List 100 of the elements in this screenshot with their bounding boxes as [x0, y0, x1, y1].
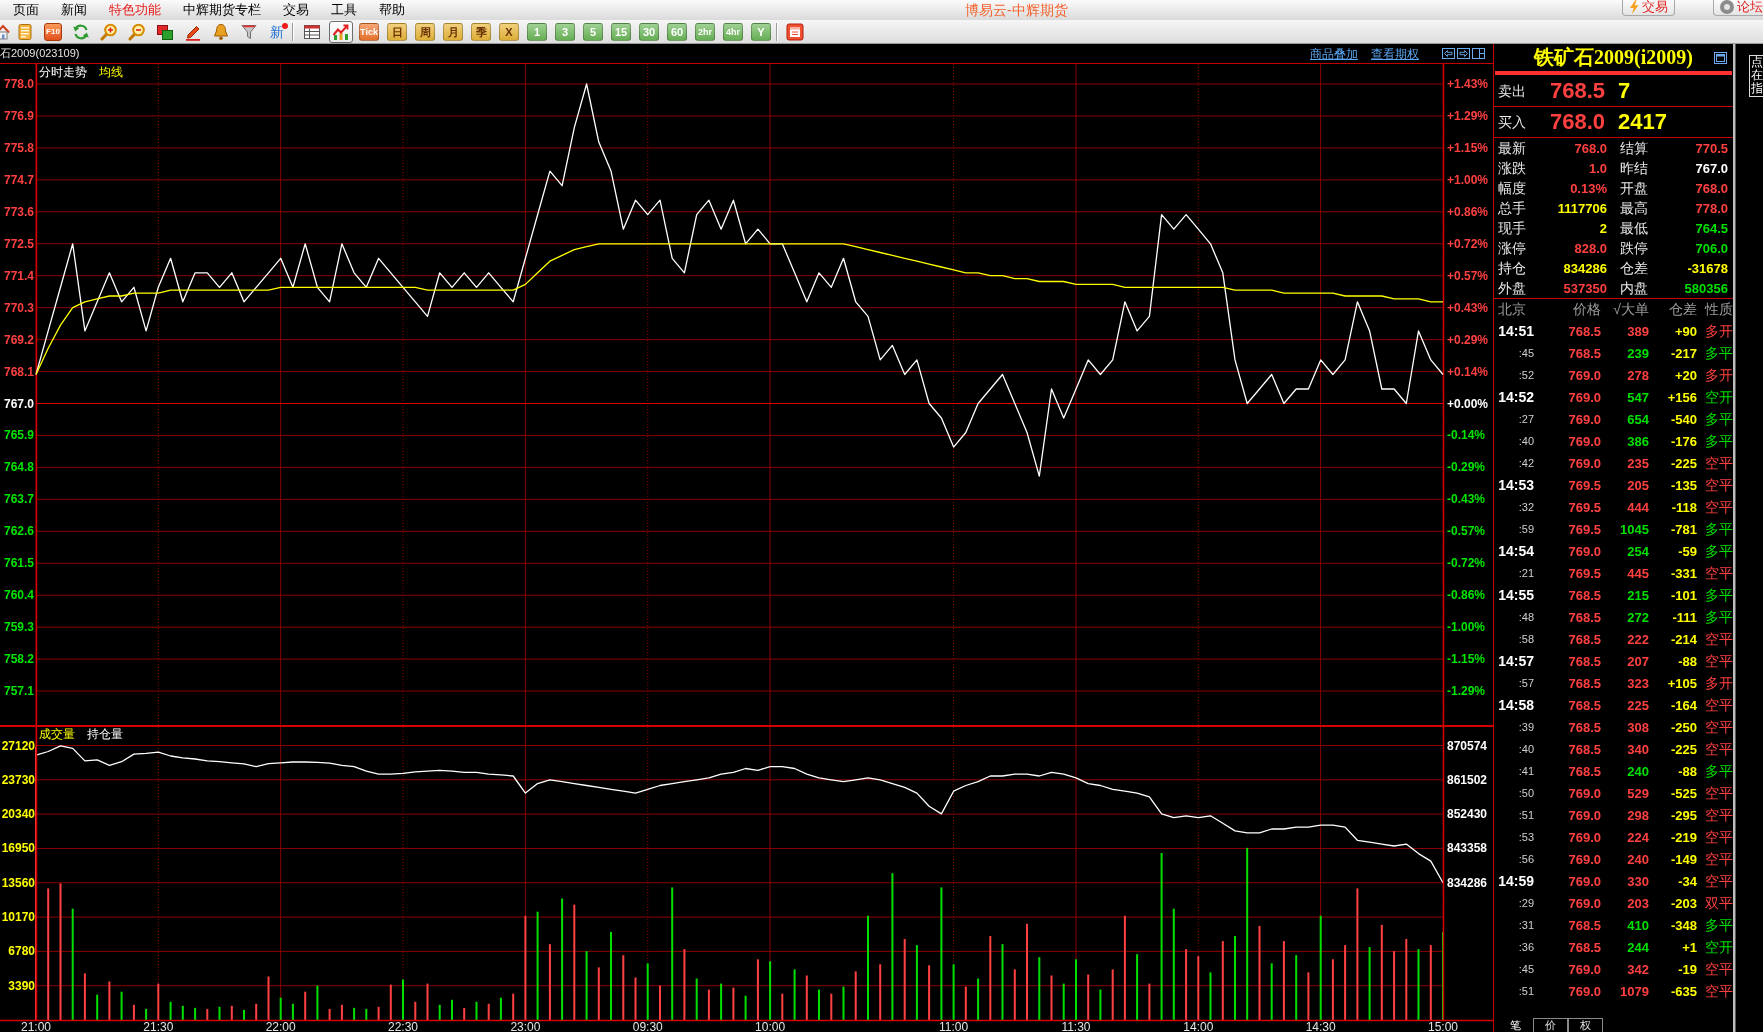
open-interest-change: -331	[1670, 565, 1697, 581]
order-side-label: 买入	[1497, 112, 1527, 132]
trade-price: 769.0	[1568, 829, 1601, 845]
trade-type: 空平	[1704, 453, 1733, 473]
trade-time: :51	[1518, 983, 1534, 999]
trade-time: :53	[1518, 829, 1534, 845]
quote-label: 开盘	[1620, 178, 1648, 198]
quote-label: 涨停	[1498, 238, 1526, 258]
time-axis-label: 22:30	[388, 1020, 419, 1032]
percent-axis-label: +0.72%	[1447, 236, 1489, 251]
price-axis-label: 776.9	[3, 108, 34, 123]
percent-axis-label: -0.57%	[1447, 524, 1486, 539]
open-interest-change: -118	[1671, 499, 1697, 515]
trade-volume: 225	[1627, 697, 1649, 713]
chart-title: 分时走势	[39, 65, 87, 79]
price-axis-label: 763.7	[3, 492, 34, 507]
open-interest-change: -250	[1670, 719, 1697, 735]
trade-type: 多开	[1704, 365, 1733, 385]
open-interest-change: -214	[1670, 631, 1697, 647]
trade-volume: 340	[1627, 741, 1649, 757]
trade-type: 空平	[1704, 695, 1733, 715]
quote-value: 2	[1599, 220, 1607, 236]
instrument-title: 铁矿石2009(i2009)	[1532, 45, 1694, 71]
quote-label: 昨结	[1620, 158, 1648, 178]
quote-value: 767.0	[1695, 160, 1728, 176]
trade-time: 14:58	[1498, 697, 1534, 713]
quote-value: 778.0	[1695, 200, 1728, 216]
trade-price: 768.5	[1568, 741, 1601, 757]
quote-label: 持仓	[1498, 258, 1526, 278]
trade-type: 空平	[1704, 827, 1733, 847]
trade-time: :29	[1518, 895, 1534, 911]
trade-time: 14:53	[1498, 477, 1534, 493]
vertical-label: 点在指	[1749, 55, 1763, 97]
price-axis-label: 775.8	[3, 140, 34, 155]
trade-time: :56	[1518, 851, 1534, 867]
quote-label: 内盘	[1620, 278, 1648, 298]
trade-type: 空平	[1704, 981, 1733, 1001]
price-axis-label: 758.2	[3, 652, 34, 667]
percent-axis-label: -0.72%	[1447, 556, 1486, 571]
window-title: 博易云-中辉期货	[965, 1, 1068, 20]
price-axis-label: 770.3	[3, 300, 34, 315]
percent-axis-label: -1.15%	[1447, 652, 1486, 667]
quote-value: 768.0	[1574, 140, 1607, 156]
trade-price: 768.5	[1568, 653, 1601, 669]
trade-price: 768.5	[1568, 939, 1601, 955]
trade-time: :27	[1518, 411, 1534, 427]
trade-price: 769.0	[1568, 785, 1601, 801]
quote-label: 涨跌	[1498, 158, 1526, 178]
price-axis-label: 769.2	[3, 332, 34, 347]
quote-value: 1.0	[1588, 160, 1607, 176]
column-header: 北京	[1497, 300, 1526, 319]
price-axis-label: 759.3	[3, 620, 34, 635]
trade-time: :31	[1518, 917, 1534, 933]
order-price: 768.0	[1550, 109, 1607, 135]
open-interest-change: -149	[1670, 851, 1697, 867]
trade-time: :36	[1518, 939, 1534, 955]
trade-volume: 386	[1627, 433, 1649, 449]
trade-volume: 205	[1627, 477, 1649, 493]
quote-value: 0.13%	[1570, 180, 1607, 196]
quote-label: 仓差	[1620, 258, 1648, 278]
percent-axis-label: -0.43%	[1447, 492, 1486, 507]
price-axis-label: 773.6	[3, 204, 34, 219]
trade-type: 空平	[1704, 717, 1733, 737]
open-interest-change: -19	[1678, 961, 1697, 977]
quote-label: 最低	[1620, 218, 1648, 238]
quote-label: 现手	[1498, 218, 1526, 238]
trade-type: 空平	[1704, 497, 1733, 517]
trade-price: 768.5	[1568, 609, 1601, 625]
trade-time: 14:57	[1498, 653, 1534, 669]
open-interest-change: -540	[1670, 411, 1697, 427]
time-axis-label: 11:30	[1061, 1020, 1091, 1032]
time-axis-label: 11:00	[939, 1020, 969, 1032]
quote-value: 706.0	[1695, 240, 1728, 256]
trade-volume: 410	[1627, 917, 1649, 933]
price-axis-label: 772.5	[3, 236, 34, 251]
trade-volume: 254	[1627, 543, 1649, 559]
open-interest-change: +105	[1667, 675, 1697, 691]
trade-price: 768.5	[1568, 917, 1601, 933]
quote-label: 最高	[1620, 198, 1648, 218]
trade-price: 769.0	[1568, 543, 1601, 559]
quote-value: 1117706	[1557, 200, 1607, 216]
open-interest-change: -34	[1678, 873, 1697, 889]
open-interest-change: -219	[1670, 829, 1697, 845]
trade-type: 双平	[1704, 893, 1733, 913]
quote-value: 770.5	[1695, 140, 1728, 156]
trade-price: 769.0	[1568, 895, 1601, 911]
percent-axis-label: -0.86%	[1447, 588, 1486, 603]
trade-type: 空平	[1704, 871, 1733, 891]
percent-axis-label: +0.86%	[1447, 204, 1489, 219]
quote-label: 总手	[1498, 198, 1526, 218]
trade-type: 多平	[1704, 761, 1733, 781]
price-axis-label: 774.7	[3, 172, 34, 187]
open-interest-change: -295	[1670, 807, 1697, 823]
open-interest-change: -781	[1670, 521, 1697, 537]
trade-type: 多平	[1704, 607, 1733, 627]
trade-time: :50	[1518, 785, 1534, 801]
trade-time: :45	[1518, 961, 1534, 977]
volume-axis-label: 6780	[8, 944, 35, 959]
volume-axis-label: 16950	[1, 841, 35, 856]
quote-value: 580356	[1684, 280, 1728, 296]
